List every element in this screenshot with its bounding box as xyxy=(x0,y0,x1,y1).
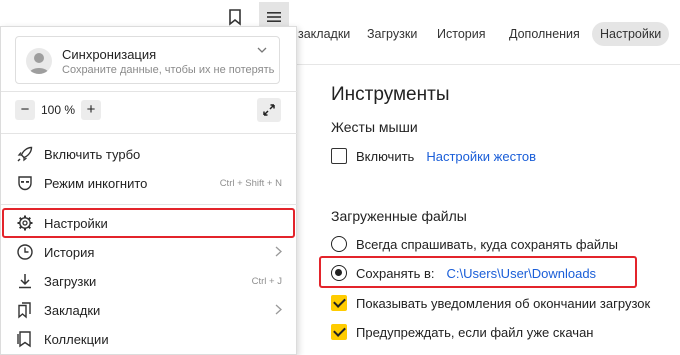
download-icon xyxy=(16,272,34,290)
mouse-gestures-title: Жесты мыши xyxy=(331,119,418,135)
section-title: Инструменты xyxy=(331,84,450,105)
sync-card[interactable]: Синхронизация Сохраните данные, чтобы их… xyxy=(15,36,280,84)
menu-item-incognito[interactable]: Режим инкогнито Ctrl + Shift + N xyxy=(1,169,298,197)
menu-item-turbo[interactable]: Включить турбо xyxy=(1,140,298,168)
mouse-gestures-row: Включить Настройки жестов xyxy=(331,146,536,166)
tab-extensions[interactable]: Дополнения xyxy=(509,22,580,46)
tab-history[interactable]: История xyxy=(437,22,485,46)
user-icon xyxy=(29,53,49,74)
bookmark-add-icon xyxy=(229,8,242,26)
menu-item-bookmarks[interactable]: Закладки xyxy=(1,296,298,324)
zoom-in-button[interactable]: + xyxy=(81,100,101,120)
rocket-icon xyxy=(16,145,34,163)
browser-menu: Синхронизация Сохраните данные, чтобы их… xyxy=(0,26,298,355)
sync-title: Синхронизация xyxy=(62,47,157,62)
zoom-level: 100 % xyxy=(40,103,76,117)
downloads-group-title: Загруженные файлы xyxy=(331,208,467,224)
menu-item-downloads[interactable]: Загрузки Ctrl + J xyxy=(1,267,298,295)
gestures-settings-link[interactable]: Настройки жестов xyxy=(426,149,536,164)
always-ask-row: Всегда спрашивать, куда сохранять файлы xyxy=(331,234,618,254)
menu-divider xyxy=(1,91,298,92)
warn-row: Предупреждать, если файл уже скачан xyxy=(331,322,594,342)
menu-item-label: Загрузки xyxy=(44,273,97,289)
shortcut-hint: Ctrl + Shift + N xyxy=(219,177,282,189)
menu-item-label: Закладки xyxy=(44,302,101,318)
save-to-label[interactable]: Сохранять в: xyxy=(356,266,435,281)
fullscreen-icon xyxy=(263,104,275,116)
tab-bookmarks[interactable]: закладки xyxy=(298,22,350,46)
chevron-right-icon xyxy=(275,246,282,257)
avatar xyxy=(26,48,52,74)
menu-item-label: Включить турбо xyxy=(44,146,141,162)
menu-divider xyxy=(1,204,298,205)
collections-icon xyxy=(16,330,34,348)
menu-item-label: История xyxy=(44,244,95,260)
mouse-gestures-enable-label[interactable]: Включить xyxy=(356,149,414,164)
tab-downloads[interactable]: Загрузки xyxy=(367,22,417,46)
shortcut-hint: Ctrl + J xyxy=(251,275,282,287)
chevron-down-icon[interactable] xyxy=(257,47,267,54)
notify-checkbox[interactable] xyxy=(331,295,347,311)
menu-item-settings[interactable]: Настройки xyxy=(1,209,298,237)
zoom-out-button[interactable]: − xyxy=(15,100,35,120)
notify-row: Показывать уведомления об окончании загр… xyxy=(331,293,650,313)
download-path-link[interactable]: C:\Users\User\Downloads xyxy=(447,266,597,281)
menu-item-label: Режим инкогнито xyxy=(44,175,148,191)
menu-item-collections[interactable]: Коллекции xyxy=(1,325,298,353)
save-to-radio[interactable] xyxy=(331,265,347,281)
clock-icon xyxy=(16,243,34,261)
mouse-gestures-checkbox[interactable] xyxy=(331,148,347,164)
sync-subtitle: Сохраните данные, чтобы их не потерять xyxy=(62,64,275,76)
always-ask-radio[interactable] xyxy=(331,236,347,252)
menu-item-history[interactable]: История xyxy=(1,238,298,266)
always-ask-label[interactable]: Всегда спрашивать, куда сохранять файлы xyxy=(356,237,618,252)
menu-divider xyxy=(1,133,298,134)
hamburger-icon xyxy=(267,12,281,22)
chevron-right-icon xyxy=(275,304,282,315)
save-to-row: Сохранять в: C:\Users\User\Downloads xyxy=(331,263,596,283)
fullscreen-button[interactable] xyxy=(257,98,281,122)
warn-label[interactable]: Предупреждать, если файл уже скачан xyxy=(356,325,594,340)
gear-icon xyxy=(16,214,34,232)
bookmarks-icon xyxy=(16,301,34,319)
menu-item-label: Коллекции xyxy=(44,331,109,347)
tab-settings[interactable]: Настройки xyxy=(592,22,670,46)
menu-item-label: Настройки xyxy=(44,215,108,231)
incognito-icon xyxy=(16,174,34,192)
warn-checkbox[interactable] xyxy=(331,324,347,340)
notify-label[interactable]: Показывать уведомления об окончании загр… xyxy=(356,296,650,311)
zoom-control: − 100 % + xyxy=(15,98,101,122)
